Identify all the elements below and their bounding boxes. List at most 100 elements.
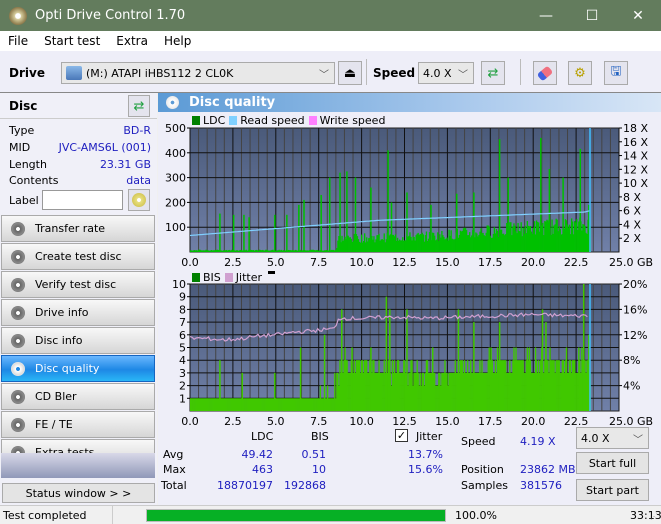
x-tick-label: 5.0 <box>267 256 285 269</box>
max-label: Max <box>163 463 186 476</box>
col-ldc-header: LDC <box>251 430 274 443</box>
x-tick-label: 12.5 <box>392 415 417 428</box>
y-left-tick-label: 9 <box>179 291 186 304</box>
title-bar: Opti Drive Control 1.70 — ☐ ✕ <box>0 0 661 31</box>
y-left-tick-label: 300 <box>165 172 186 185</box>
test-speed-value: 4.0 X <box>581 431 610 445</box>
nav-disc-info[interactable]: Disc info <box>1 327 155 354</box>
menu-extra[interactable]: Extra <box>108 34 156 48</box>
y-left-tick-label: 100 <box>165 221 186 234</box>
disc-nav-icon <box>11 333 25 348</box>
x-tick-label: 20.0 <box>521 256 546 269</box>
speed-select-value: 4.0 X <box>423 66 452 80</box>
bis-bar-peak <box>299 347 302 411</box>
test-speed-select[interactable]: 4.0 X ﹀ <box>576 427 649 449</box>
y-right-tick-label: 16 X <box>623 136 648 149</box>
y-right-tick-label: 12 X <box>623 163 648 176</box>
nav-create-test-disc[interactable]: Create test disc <box>1 243 155 270</box>
y-right-tick-label: 14 X <box>623 150 648 163</box>
ldc-bar-peak <box>473 192 475 252</box>
disc-info-type: Type BD-R <box>9 124 151 137</box>
samples-label: Samples <box>461 479 508 492</box>
disc-info-contents: Contents data <box>9 174 151 187</box>
close-button[interactable]: ✕ <box>615 0 661 31</box>
resize-grip-icon[interactable]: ⋰ <box>650 512 658 521</box>
label-disc-button[interactable] <box>128 189 150 211</box>
x-tick-label: 0.0 <box>181 415 199 428</box>
bis-bar-peak <box>385 296 388 411</box>
nav-label: FE / TE <box>35 418 73 431</box>
y-right-tick-label: 10 X <box>623 177 648 190</box>
y-right-tick-label: 12% <box>623 329 647 342</box>
y-left-tick-label: 1 <box>179 392 186 405</box>
disc-nav-icon <box>11 389 25 404</box>
save-button[interactable]: 🖫 <box>604 61 628 85</box>
x-tick-label: 17.5 <box>478 256 503 269</box>
settings-button[interactable]: ⚙ <box>568 61 592 85</box>
minimize-button[interactable]: — <box>523 0 569 31</box>
drive-select[interactable]: (M:) ATAPI iHBS112 2 CL0K ﹀ <box>61 62 335 84</box>
position-label: Position <box>461 463 504 476</box>
avg-label: Avg <box>163 448 184 461</box>
ldc-bar-peak <box>354 177 357 252</box>
menu-help[interactable]: Help <box>156 34 199 48</box>
x-tick-label: 10.0 <box>349 415 374 428</box>
nav-cd-bler[interactable]: CD Bler <box>1 383 155 410</box>
legend-swatch-jitter <box>224 273 233 282</box>
total-label: Total <box>161 479 187 492</box>
y-right-tick-label: 4% <box>623 380 640 393</box>
speed-select[interactable]: 4.0 X ﹀ <box>418 62 474 84</box>
ldc-bar-peak <box>328 177 331 252</box>
nav-verify-test-disc[interactable]: Verify test disc <box>1 271 155 298</box>
maximize-button[interactable]: ☐ <box>569 0 615 31</box>
nav-drive-info[interactable]: Drive info <box>1 299 155 326</box>
start-full-button[interactable]: Start full <box>576 452 649 474</box>
start-part-button[interactable]: Start part <box>576 479 649 501</box>
refresh-button[interactable]: ⇄ <box>481 61 505 85</box>
nav-spacer <box>1 453 155 478</box>
bis-bar-peak <box>498 322 501 411</box>
nav-transfer-rate[interactable]: Transfer rate <box>1 215 155 242</box>
status-text: Test completed <box>3 509 87 522</box>
ldc-bar-peak <box>540 137 542 252</box>
erase-button[interactable] <box>533 61 557 85</box>
menu-start-test[interactable]: Start test <box>36 34 108 48</box>
x-tick-label: 7.5 <box>310 256 328 269</box>
ldc-bar-peak <box>274 214 276 252</box>
status-divider <box>112 506 113 524</box>
menu-file[interactable]: File <box>0 34 36 48</box>
y-left-tick-label: 2 <box>179 380 186 393</box>
progress-text: 100.0% <box>455 509 497 522</box>
bis-bar-peak <box>490 347 492 411</box>
ldc-total: 18870197 <box>217 479 273 492</box>
position-value: 23862 MB <box>520 463 576 476</box>
bis-bar-peak <box>431 347 434 411</box>
bis-total: 192868 <box>284 479 326 492</box>
status-window-button[interactable]: Status window > > <box>2 483 155 503</box>
drive-select-value: (M:) ATAPI iHBS112 2 CL0K <box>86 66 234 80</box>
bis-bar-peak <box>341 309 343 411</box>
jitter-checkbox-label: Jitter <box>416 430 443 443</box>
disc-refresh-button[interactable]: ⇄ <box>128 95 150 117</box>
jitter-checkbox[interactable]: ✓ <box>395 429 408 442</box>
y-left-tick-label: 400 <box>165 147 186 160</box>
y-right-tick-label: 18 X <box>623 122 648 135</box>
ldc-bar-peak <box>232 214 235 252</box>
toolbar: Drive (M:) ATAPI iHBS112 2 CL0K ﹀ ⏏ Spee… <box>0 51 661 93</box>
x-tick-label: 0.0 <box>181 256 199 269</box>
y-left-tick-label: 5 <box>179 342 186 355</box>
bis-bar-peak <box>219 360 221 411</box>
disc-quality-panel: Disc quality LDC Read speed Write speed … <box>158 93 661 505</box>
x-tick-label: 25.0 GB <box>609 256 653 269</box>
nav-disc-quality[interactable]: Disc quality <box>1 355 155 382</box>
eject-button[interactable]: ⏏ <box>338 61 362 85</box>
bis-bar-peak <box>473 322 475 411</box>
bis-bar-peak <box>351 347 353 411</box>
chart2-legend: BIS Jitter <box>188 271 275 284</box>
x-tick-label: 17.5 <box>478 415 503 428</box>
y-right-tick-label: 6 X <box>623 205 641 218</box>
nav-fe-te[interactable]: FE / TE <box>1 411 155 438</box>
y-right-tick-label: 16% <box>623 303 647 316</box>
label-input[interactable] <box>42 190 123 210</box>
disc-nav-icon <box>11 417 25 432</box>
